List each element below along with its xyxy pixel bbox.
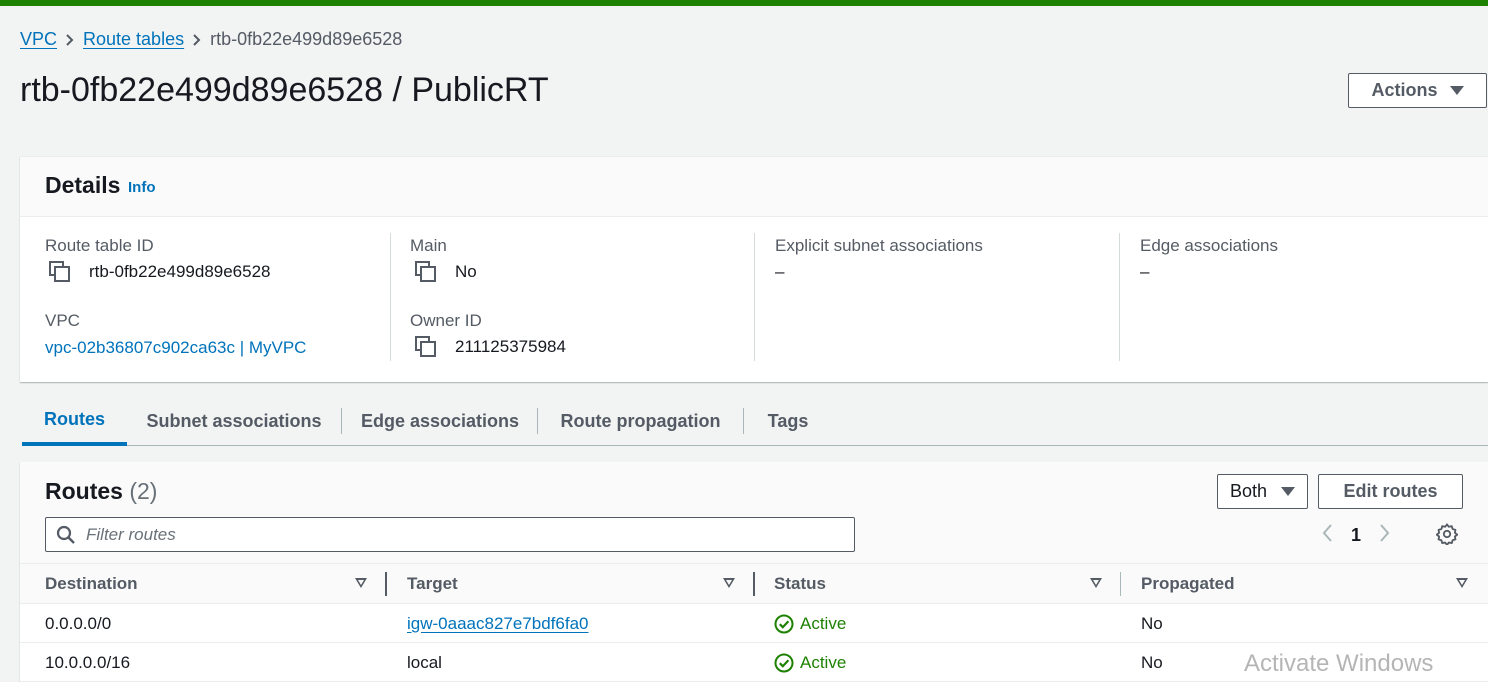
owner-id-value: 211125375984	[415, 336, 566, 358]
check-circle-icon	[774, 614, 794, 633]
status-text: Active	[800, 652, 847, 672]
route-table-id-text: rtb-0fb22e499d89e6528	[89, 262, 271, 281]
column-header-target[interactable]: Target	[407, 564, 458, 604]
tab-routes[interactable]: Routes	[22, 396, 127, 446]
cell-destination: 10.0.0.0/16	[45, 652, 131, 672]
explicit-subnet-value: –	[775, 262, 785, 281]
top-accent-bar	[0, 0, 1488, 6]
actions-button-label: Actions	[1371, 80, 1438, 100]
routes-title-text: Routes	[45, 478, 123, 504]
tab-edge-associations[interactable]: Edge associations	[352, 396, 528, 446]
route-table-id-label: Route table ID	[45, 236, 154, 255]
column-divider	[754, 233, 755, 361]
route-filter-select[interactable]: Both	[1217, 474, 1308, 509]
filter-routes-input-wrapper	[45, 517, 855, 552]
status-badge: Active	[774, 643, 846, 682]
details-header: Details Info	[20, 157, 1488, 217]
routes-panel: Routes (2) Both Edit routes 1	[20, 462, 1488, 682]
main-label: Main	[410, 236, 447, 255]
search-icon	[56, 525, 75, 544]
copy-icon[interactable]	[49, 261, 71, 283]
vpc-label: VPC	[45, 311, 80, 330]
column-header-status[interactable]: Status	[774, 564, 826, 604]
copy-icon[interactable]	[415, 336, 437, 358]
table-header: Destination Target Status Propagated	[20, 564, 1488, 604]
actions-button[interactable]: Actions	[1348, 73, 1487, 108]
tab-bar: Routes Subnet associations Edge associat…	[22, 396, 1488, 446]
details-title: Details	[45, 172, 121, 198]
chevron-right-icon	[184, 29, 210, 50]
column-divider	[1119, 233, 1120, 361]
sort-icon[interactable]	[1456, 578, 1468, 588]
breadcrumb-route-tables-link[interactable]: Route tables	[83, 29, 184, 50]
edit-routes-label: Edit routes	[1343, 481, 1438, 501]
breadcrumb: VPC Route tables rtb-0fb22e499d89e6528	[20, 28, 402, 50]
sort-icon[interactable]	[355, 578, 367, 588]
cell-propagated: No	[1141, 613, 1163, 633]
routes-title: Routes (2)	[45, 478, 157, 505]
status-badge: Active	[774, 604, 846, 643]
sort-icon[interactable]	[723, 578, 735, 588]
tab-divider	[537, 408, 538, 434]
column-resizer[interactable]	[385, 572, 387, 596]
column-header-destination[interactable]: Destination	[45, 564, 138, 604]
route-filter-select-value: Both	[1230, 481, 1268, 501]
cell-target: local	[407, 652, 442, 672]
edit-routes-button[interactable]: Edit routes	[1318, 474, 1463, 509]
column-divider	[390, 233, 391, 361]
cell-propagated: No	[1141, 652, 1163, 672]
explicit-subnet-label: Explicit subnet associations	[775, 236, 983, 255]
check-circle-icon	[774, 653, 794, 672]
routes-count: (2)	[129, 478, 158, 504]
route-table-id-value: rtb-0fb22e499d89e6528	[49, 261, 271, 283]
table-row: 0.0.0.0/0 igw-0aaac827e7bdf6fa0 Active N…	[20, 604, 1488, 643]
pagination: 1	[1320, 523, 1392, 548]
edge-associations-value: –	[1140, 262, 1150, 281]
sort-icon[interactable]	[1090, 578, 1102, 588]
edge-associations-label: Edge associations	[1140, 236, 1278, 255]
owner-id-text: 211125375984	[455, 337, 566, 356]
page-title: rtb-0fb22e499d89e6528 / PublicRT	[20, 71, 549, 109]
tab-route-propagation[interactable]: Route propagation	[549, 396, 732, 446]
vpc-link[interactable]: vpc-02b36807c902ca63c | MyVPC	[45, 338, 306, 358]
column-resizer[interactable]	[753, 572, 755, 596]
tab-divider	[341, 408, 342, 434]
info-link[interactable]: Info	[128, 179, 156, 196]
activate-windows-watermark: Activate Windows	[1244, 650, 1434, 677]
status-text: Active	[800, 613, 847, 633]
owner-id-label: Owner ID	[410, 311, 482, 330]
page-number[interactable]: 1	[1336, 525, 1376, 546]
tab-subnet-associations[interactable]: Subnet associations	[139, 396, 329, 446]
gear-icon[interactable]	[1435, 523, 1459, 546]
breadcrumb-current: rtb-0fb22e499d89e6528	[210, 28, 403, 49]
copy-icon[interactable]	[415, 261, 437, 283]
breadcrumb-vpc-link[interactable]: VPC	[20, 29, 57, 50]
caret-down-icon	[1449, 86, 1464, 95]
column-resizer[interactable]	[1120, 572, 1121, 596]
target-link[interactable]: igw-0aaac827e7bdf6fa0	[407, 614, 588, 634]
main-text: No	[455, 262, 477, 281]
main-value: No	[415, 261, 477, 283]
tab-tags[interactable]: Tags	[755, 396, 821, 446]
column-header-propagated[interactable]: Propagated	[1141, 564, 1235, 604]
routes-header: Routes (2) Both Edit routes 1	[20, 462, 1488, 564]
chevron-right-icon	[57, 29, 83, 50]
tab-divider	[743, 408, 744, 434]
cell-destination: 0.0.0.0/0	[45, 613, 112, 633]
filter-routes-input[interactable]	[86, 524, 826, 545]
details-panel: Details Info Route table ID rtb-0fb22e49…	[20, 156, 1488, 382]
caret-down-icon	[1281, 487, 1295, 496]
chevron-right-icon[interactable]	[1376, 523, 1392, 548]
chevron-left-icon[interactable]	[1320, 523, 1336, 548]
